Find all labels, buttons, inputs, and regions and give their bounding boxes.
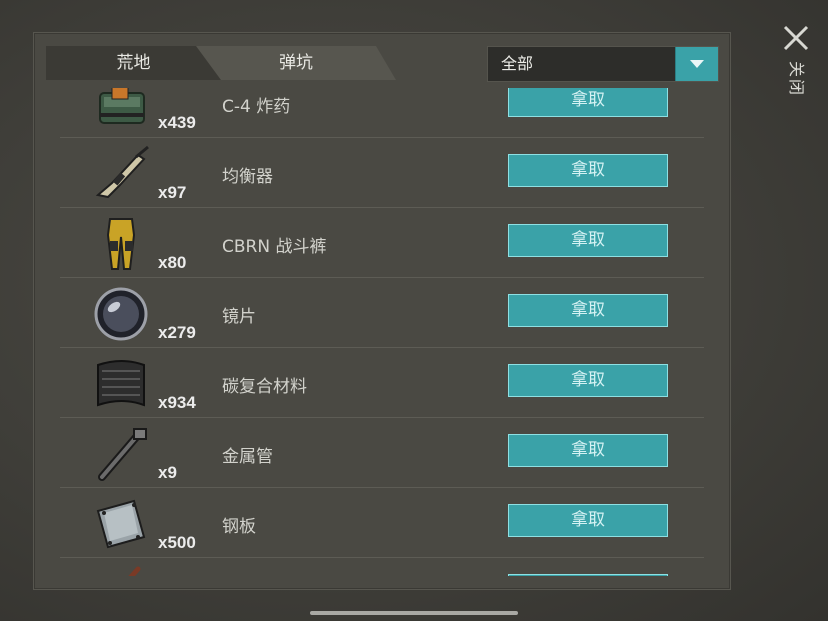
rifle-icon <box>95 145 149 199</box>
list-item: x97 均衡器 拿取 <box>60 138 704 208</box>
list-item: x80 CBRN 战斗裤 拿取 <box>60 208 704 278</box>
take-button[interactable]: 拿取 <box>508 504 668 537</box>
item-quantity: x934 <box>158 393 196 412</box>
take-button[interactable]: 拿取 <box>508 364 668 397</box>
item-name: C-4 炸药 <box>222 97 291 117</box>
tab-wasteland-label: 荒地 <box>116 53 151 73</box>
item-list[interactable]: x439 C-4 炸药 拿取 x97 均衡器 拿取 x80 CBRN 战斗裤 拿… <box>60 88 704 576</box>
item-name: 金属管 <box>222 447 273 467</box>
chevron-down-icon <box>690 60 704 68</box>
list-item: x500 钢板 拿取 <box>60 488 704 558</box>
close-icon[interactable] <box>780 22 812 54</box>
close-label[interactable]: 关 闭 <box>786 61 806 98</box>
item-quantity: x500 <box>158 533 196 552</box>
storage-panel: 荒地 弹坑 全部 x439 C-4 炸药 拿取 x97 均衡器 拿取 x80 C… <box>33 32 731 590</box>
steel-plate-icon <box>96 499 146 549</box>
list-item: x439 C-4 炸药 拿取 <box>60 88 704 138</box>
item-quantity: x279 <box>158 323 196 342</box>
list-item: 拿取 <box>60 558 704 576</box>
item-name: 均衡器 <box>222 167 273 187</box>
c4-explosive-icon <box>99 88 145 124</box>
home-indicator <box>310 611 518 615</box>
filter-selected-value: 全部 <box>501 54 534 73</box>
item-name: 镜片 <box>222 307 256 327</box>
take-button[interactable]: 拿取 <box>508 574 668 576</box>
rod-icon <box>128 566 141 576</box>
take-button[interactable]: 拿取 <box>508 294 668 327</box>
take-button[interactable]: 拿取 <box>508 88 668 117</box>
list-item: x279 镜片 拿取 <box>60 278 704 348</box>
take-button[interactable]: 拿取 <box>508 154 668 187</box>
list-item: x9 金属管 拿取 <box>60 418 704 488</box>
item-name: CBRN 战斗裤 <box>222 237 327 257</box>
take-button[interactable]: 拿取 <box>508 224 668 257</box>
tab-wasteland[interactable]: 荒地 <box>46 46 221 80</box>
location-tabs: 荒地 弹坑 <box>46 46 406 80</box>
carbon-sheet-icon <box>97 360 145 407</box>
category-filter-dropdown[interactable]: 全部 <box>487 46 719 82</box>
close-label-char: 闭 <box>787 79 806 96</box>
item-name: 碳复合材料 <box>222 377 307 397</box>
item-quantity: x80 <box>158 253 187 272</box>
list-item: x934 碳复合材料 拿取 <box>60 348 704 418</box>
tab-crater-label: 弹坑 <box>279 53 313 73</box>
dropdown-toggle-button[interactable] <box>675 47 718 81</box>
item-quantity: x9 <box>158 463 177 482</box>
metal-pipe-icon <box>98 428 147 481</box>
close-label-char: 关 <box>787 61 806 78</box>
tab-crater[interactable]: 弹坑 <box>196 46 396 80</box>
item-name: 钢板 <box>222 517 256 537</box>
item-quantity: x97 <box>158 183 187 202</box>
lens-icon <box>94 287 148 341</box>
pants-icon <box>106 218 136 270</box>
item-quantity: x439 <box>158 113 196 132</box>
take-button[interactable]: 拿取 <box>508 434 668 467</box>
